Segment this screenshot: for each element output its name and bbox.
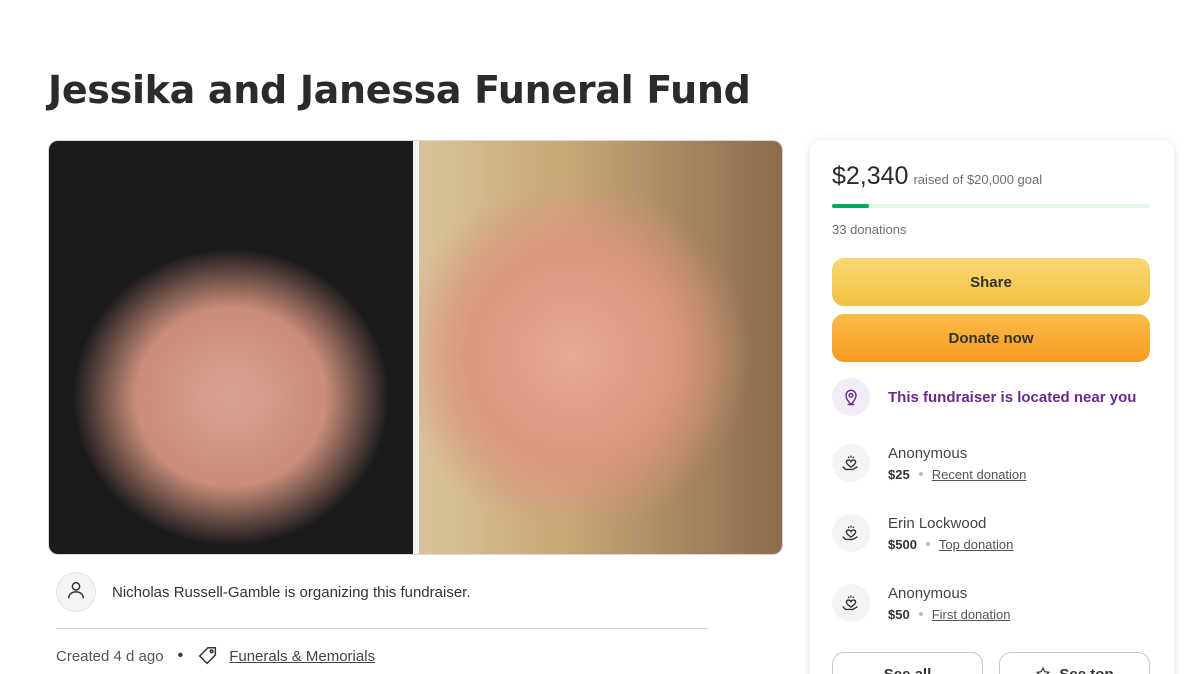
donor-amount: $500 xyxy=(888,536,917,552)
see-top-label: See top xyxy=(1059,665,1114,674)
see-all-button[interactable]: See all xyxy=(832,652,983,674)
raised-summary: $2,340 raised of $20,000 goal xyxy=(832,162,1042,191)
nearby-text: This fundraiser is located near you xyxy=(888,388,1137,406)
donor-amount: $25 xyxy=(888,466,910,482)
donor-separator xyxy=(925,542,930,546)
donor-name: Anonymous xyxy=(888,584,968,602)
heart-hand-icon xyxy=(832,584,870,622)
donor-separator xyxy=(918,612,923,616)
donor-name: Anonymous xyxy=(888,444,968,462)
donor-tag-link[interactable]: Top donation xyxy=(939,537,1013,552)
user-icon xyxy=(65,579,87,606)
donate-button[interactable]: Donate now xyxy=(832,314,1150,362)
raised-goal: raised of $20,000 goal xyxy=(913,172,1043,187)
photo-left-portrait xyxy=(49,141,413,554)
donor-item: Erin Lockwood $500 Top donation xyxy=(832,514,1013,552)
share-button[interactable]: Share xyxy=(832,258,1150,306)
raised-amount: $2,340 xyxy=(832,162,909,190)
organizer-avatar xyxy=(56,572,96,612)
donor-tag-link[interactable]: First donation xyxy=(932,607,1011,622)
heart-hand-icon xyxy=(832,444,870,482)
section-divider xyxy=(56,628,708,629)
donor-item: Anonymous $50 First donation xyxy=(832,584,1010,622)
organizer-row: Nicholas Russell-Gamble is organizing th… xyxy=(56,572,471,612)
meta-separator: • xyxy=(177,647,184,664)
donation-card: $2,340 raised of $20,000 goal 33 donatio… xyxy=(810,140,1174,674)
fundraiser-photo[interactable] xyxy=(48,140,783,555)
see-top-button[interactable]: See top xyxy=(999,652,1150,674)
star-icon xyxy=(1035,666,1051,674)
donor-tag-link[interactable]: Recent donation xyxy=(932,467,1027,482)
page-title: Jessika and Janessa Funeral Fund xyxy=(48,68,751,112)
donor-name: Erin Lockwood xyxy=(888,514,987,532)
donor-amount: $50 xyxy=(888,606,910,622)
tag-icon xyxy=(197,645,219,667)
donor-item: Anonymous $25 Recent donation xyxy=(832,444,1026,482)
progress-bar xyxy=(832,204,1150,208)
donations-count: 33 donations xyxy=(832,222,907,237)
heart-hand-icon xyxy=(832,514,870,552)
donor-separator xyxy=(918,472,923,476)
category-link[interactable]: Funerals & Memorials xyxy=(229,648,375,665)
photo-right-portrait xyxy=(419,141,782,554)
nearby-notice: This fundraiser is located near you xyxy=(832,378,1136,416)
fundraiser-meta: Created 4 d ago • Funerals & Memorials xyxy=(56,645,375,667)
progress-fill xyxy=(832,204,870,208)
location-pin-icon xyxy=(832,378,870,416)
created-date: Created 4 d ago xyxy=(56,647,164,665)
organizer-text: Nicholas Russell-Gamble is organizing th… xyxy=(112,583,471,601)
